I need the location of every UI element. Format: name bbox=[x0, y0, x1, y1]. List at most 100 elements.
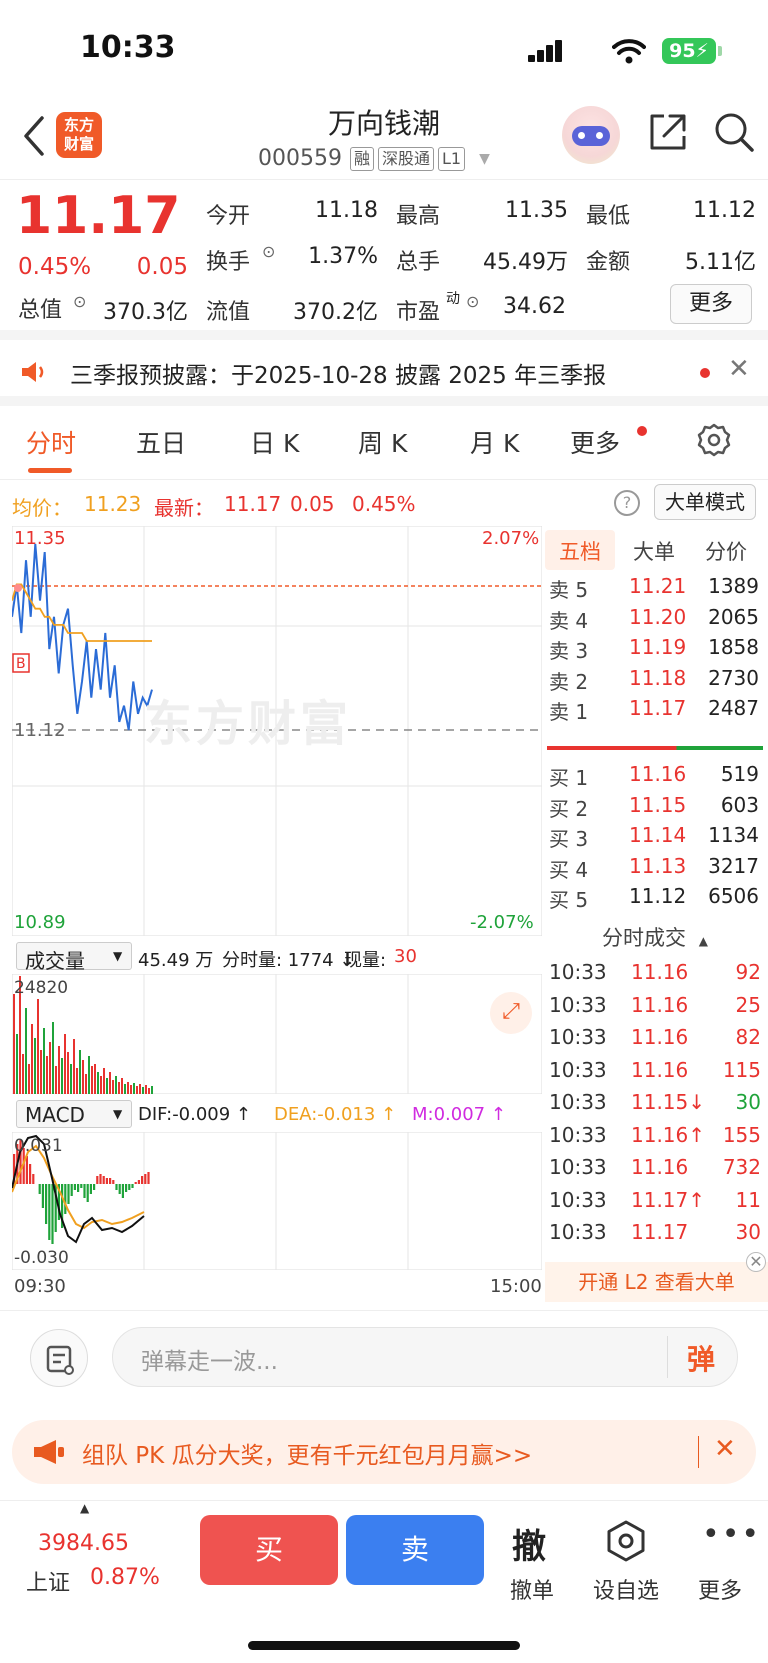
more-button[interactable]: 更多 bbox=[670, 284, 752, 324]
volume-bar bbox=[112, 1080, 114, 1094]
tab-five-day[interactable]: 五日 bbox=[136, 424, 186, 460]
tab-intraday[interactable]: 分时 bbox=[26, 424, 76, 460]
float-label: 流值 bbox=[206, 300, 251, 325]
volume-bar bbox=[91, 1066, 93, 1094]
open-label: 今开 bbox=[206, 204, 251, 229]
more-dots-icon[interactable]: ••• bbox=[702, 1517, 761, 1552]
add-watchlist-icon[interactable] bbox=[604, 1519, 648, 1563]
tab-weekly-k[interactable]: 周 K bbox=[358, 424, 407, 460]
bid-row-1[interactable]: 买 1 11.16 519 bbox=[545, 762, 765, 792]
top-price-label: 11.35 bbox=[14, 528, 66, 549]
level-tag: L1 bbox=[438, 146, 466, 171]
current-volume-label: 现量: bbox=[344, 950, 387, 971]
volume-chart[interactable] bbox=[12, 974, 542, 1094]
help-icon[interactable]: ? bbox=[614, 490, 640, 516]
tick-volume: 分时量: 1774 ↓ bbox=[222, 950, 355, 971]
ask-qty: 2065 bbox=[708, 604, 759, 629]
ask-price: 11.18 bbox=[629, 665, 687, 690]
time-end-label: 15:00 bbox=[490, 1276, 542, 1297]
expand-icon[interactable]: ⤢ bbox=[490, 992, 532, 1034]
tab-more-dot bbox=[637, 426, 647, 436]
comment-list-icon[interactable] bbox=[30, 1329, 88, 1387]
ticks-title[interactable]: 分时成交 ▲ bbox=[545, 922, 765, 952]
danmu-placeholder: 弹幕走一波... bbox=[141, 1349, 278, 1375]
share-icon[interactable] bbox=[646, 110, 690, 154]
macd-bar bbox=[137, 1180, 140, 1184]
tick-row: 10:33 11.16 115 bbox=[545, 1058, 765, 1090]
volume-total: 45.49 万 bbox=[138, 950, 214, 971]
search-icon[interactable] bbox=[712, 110, 758, 156]
bid-row-2[interactable]: 买 2 11.15 603 bbox=[545, 793, 765, 823]
more-label[interactable]: 更多 bbox=[680, 1573, 760, 1605]
settings-gear-icon[interactable] bbox=[696, 422, 732, 458]
volume-bar bbox=[34, 1038, 36, 1094]
high-label: 最高 bbox=[396, 204, 441, 229]
close-icon[interactable]: ✕ bbox=[746, 1252, 766, 1272]
info-icon[interactable]: ⊙ bbox=[262, 242, 275, 261]
macd-bar bbox=[73, 1184, 76, 1190]
bid-price: 11.13 bbox=[629, 853, 687, 878]
bid-price: 11.12 bbox=[629, 884, 687, 908]
macd-bar bbox=[96, 1176, 99, 1184]
macd-chart[interactable] bbox=[12, 1132, 542, 1270]
bid-row-5[interactable]: 买 5 11.12 6506 bbox=[545, 884, 765, 914]
intraday-chart-area[interactable]: B 东方财富 11.35 11.12 10.89 2.07% -2.07% 成交… bbox=[12, 526, 542, 1306]
info-icon[interactable]: ⊙ bbox=[73, 292, 86, 311]
ob-tab-big-orders[interactable]: 大单 bbox=[633, 536, 675, 566]
ask-row-1[interactable]: 卖 5 11.21 1389 bbox=[545, 574, 765, 604]
promo-banner[interactable]: 组队 PK 瓜分大奖，更有千元红包月月赢>> ✕ bbox=[12, 1420, 756, 1484]
volume-bar bbox=[133, 1083, 135, 1094]
tab-daily-k[interactable]: 日 K bbox=[250, 424, 299, 460]
battery-icon: 95⚡ bbox=[662, 38, 716, 64]
bid-label: 买 2 bbox=[549, 796, 589, 821]
danmu-toggle-icon[interactable]: 弹 bbox=[687, 1338, 715, 1378]
ob-tab-five-levels[interactable]: 五档 bbox=[559, 536, 601, 566]
ob-tab-price-levels[interactable]: 分价 bbox=[705, 536, 747, 566]
volume-bar bbox=[79, 1050, 81, 1094]
bid-qty: 6506 bbox=[708, 884, 759, 908]
ask-label: 卖 3 bbox=[549, 639, 589, 663]
tab-more[interactable]: 更多 bbox=[570, 424, 620, 460]
tick-time: 10:33 bbox=[549, 992, 607, 1017]
l2-upgrade-banner[interactable]: 开通 L2 查看大单 ✕ bbox=[545, 1252, 768, 1302]
danmu-input[interactable]: 弹幕走一波... 弹 bbox=[112, 1327, 738, 1387]
close-icon[interactable]: ✕ bbox=[714, 1434, 736, 1464]
top-pct-label: 2.07% bbox=[482, 528, 540, 549]
tick-time: 10:33 bbox=[549, 1057, 607, 1082]
macd-bar bbox=[41, 1184, 44, 1208]
index-name[interactable]: 上证 bbox=[26, 1565, 70, 1597]
macd-bar bbox=[109, 1178, 112, 1184]
cancel-order-label[interactable]: 撤单 bbox=[492, 1573, 572, 1605]
stock-code-row[interactable]: 000559 融 深股通 L1 ▼ bbox=[258, 146, 490, 171]
volume-bar bbox=[70, 1064, 72, 1094]
info-icon[interactable]: ⊙ bbox=[466, 292, 479, 311]
macd-selector[interactable]: MACD ▼ bbox=[16, 1100, 132, 1128]
ask-row-5[interactable]: 卖 1 11.17 2487 bbox=[545, 696, 765, 726]
time-start-label: 09:30 bbox=[14, 1276, 66, 1297]
latest-change: 0.05 bbox=[290, 492, 335, 516]
sell-button[interactable]: 卖 bbox=[346, 1515, 484, 1585]
index-pct[interactable]: 0.87% bbox=[90, 1565, 160, 1590]
big-order-mode-button[interactable]: 大单模式 bbox=[654, 484, 756, 520]
pe-label: 市盈 bbox=[396, 300, 441, 325]
ask-row-2[interactable]: 卖 4 11.20 2065 bbox=[545, 605, 765, 635]
ask-row-4[interactable]: 卖 2 11.18 2730 bbox=[545, 666, 765, 696]
volume-bar bbox=[88, 1056, 90, 1094]
buy-button[interactable]: 买 bbox=[200, 1515, 338, 1585]
bid-row-4[interactable]: 买 4 11.13 3217 bbox=[545, 854, 765, 884]
assistant-robot-avatar[interactable] bbox=[562, 106, 620, 164]
notice-bar[interactable]: 三季报预披露：于2025-10-28 披露 2025 年三季报 ✕ bbox=[0, 340, 768, 406]
index-value[interactable]: 3984.65 bbox=[38, 1531, 129, 1556]
mktcap-label: 总值 bbox=[18, 298, 63, 323]
close-icon[interactable]: ✕ bbox=[728, 354, 750, 384]
bid-row-3[interactable]: 买 3 11.14 1134 bbox=[545, 823, 765, 853]
tab-monthly-k[interactable]: 月 K bbox=[470, 424, 519, 460]
add-watchlist-label[interactable]: 设自选 bbox=[586, 1573, 666, 1605]
macd-bottom-label: -0.030 bbox=[14, 1248, 69, 1268]
cancel-order-icon[interactable]: 撤 bbox=[512, 1519, 546, 1568]
mid-price-label: 11.12 bbox=[14, 720, 66, 741]
ask-row-3[interactable]: 卖 3 11.19 1858 bbox=[545, 635, 765, 665]
volume-bar bbox=[28, 1064, 30, 1094]
volume-bar bbox=[121, 1078, 123, 1094]
volume-selector[interactable]: 成交量 ▼ bbox=[16, 942, 132, 973]
